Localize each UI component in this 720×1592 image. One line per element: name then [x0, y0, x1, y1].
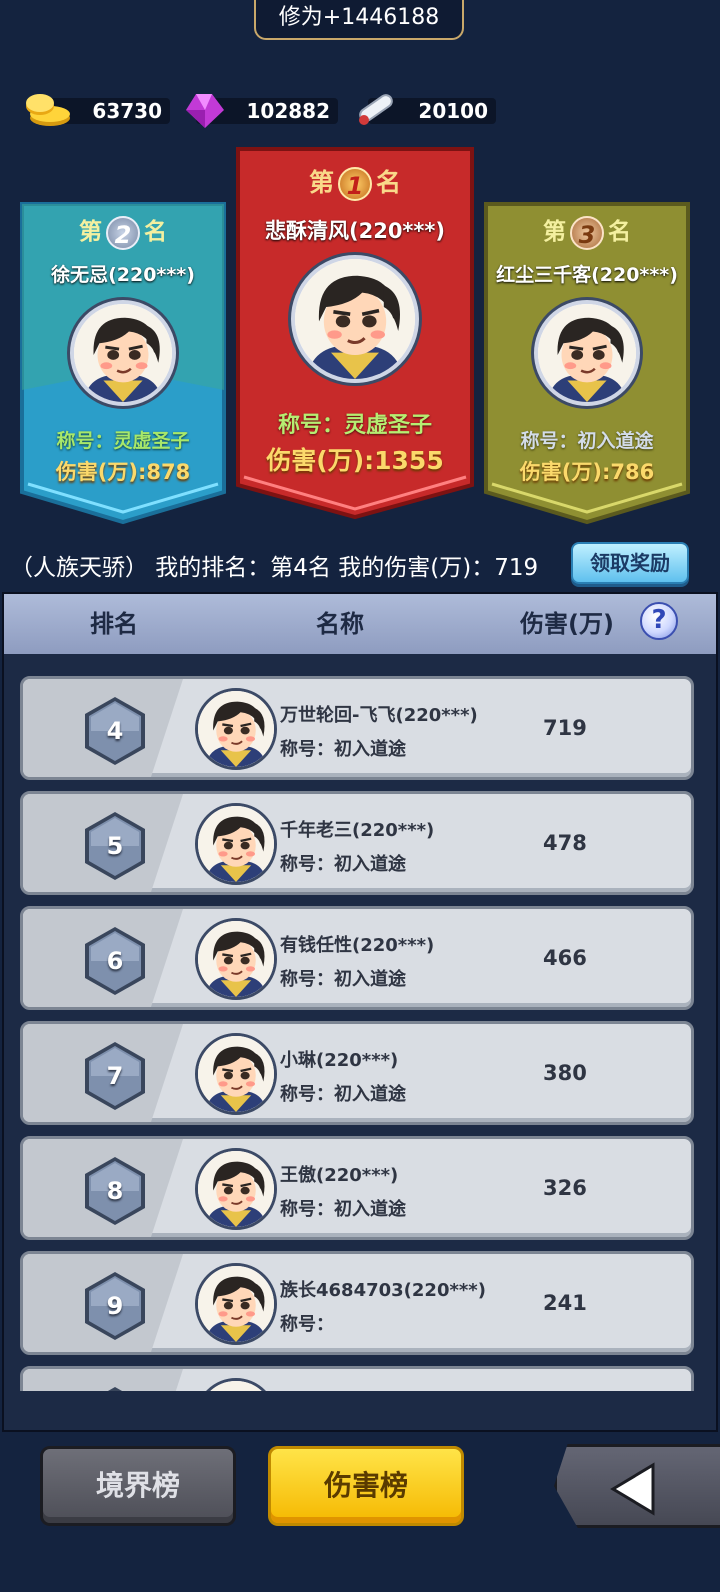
player-title: 称号： [280, 1314, 334, 1335]
avatar [195, 918, 277, 1000]
silver-medal-icon: 2 [106, 215, 140, 250]
player-name: 千年老三(220***) [280, 820, 435, 841]
player-damage: 380 [543, 1061, 587, 1085]
player-title: 称号：初入道途 [280, 1084, 406, 1105]
player-damage: 326 [543, 1176, 587, 1200]
player-name: 红尘三千客(220***) [496, 264, 678, 286]
player-title: 称号：初入道途 [280, 854, 406, 875]
player-name: 族长4684703(220***) [280, 1280, 486, 1301]
rank-hexagon-icon [81, 1385, 149, 1391]
player-name: 万世轮回-飞飞(220***) [280, 705, 478, 726]
tab-damage-ranking[interactable]: 伤害榜 [268, 1446, 464, 1526]
table-row[interactable]: 5 千年老三(220***) 称号：初入道途 478 [20, 791, 694, 895]
podium-second[interactable]: 第2名 徐无忌(220***) 称号：灵虚圣子 伤害(万):878 [18, 200, 228, 526]
gold-coin-icon [26, 94, 70, 126]
table-header: 排名 名称 伤害(万) [4, 594, 716, 654]
avatar [534, 300, 640, 406]
rank-label: 第3名 [482, 212, 692, 250]
podium-third[interactable]: 第3名 红尘三千客(220***) 称号：初入道途 伤害(万):786 [482, 200, 692, 526]
player-damage: 241 [543, 1291, 587, 1315]
player-title: 称号：初入道途 [520, 430, 654, 452]
player-damage: 伤害(万):1355 [266, 446, 444, 475]
gold-medal-icon: 1 [338, 167, 372, 201]
avatar [291, 255, 419, 383]
tab-realm-ranking[interactable]: 境界榜 [40, 1446, 236, 1526]
avatar [70, 300, 176, 406]
avatar [195, 1378, 277, 1391]
rank-label: 第1名 [308, 167, 402, 201]
my-rank-summary: （人族天骄） 我的排名：第4名 我的伤害(万)：719 [10, 555, 539, 581]
cultivation-gain-banner: 修为+1446188 [254, 0, 464, 40]
back-button[interactable] [554, 1444, 720, 1528]
table-row[interactable]: 9 族长4684703(220***) 称号： 241 [20, 1251, 694, 1355]
player-damage: 478 [543, 831, 587, 855]
table-row-partial[interactable] [20, 1366, 694, 1391]
player-damage: 466 [543, 946, 587, 970]
column-rank: 排名 [90, 610, 138, 638]
player-title: 称号：初入道途 [280, 969, 406, 990]
player-name: 悲酥清风(220***) [265, 219, 445, 243]
rank-label: 第2名 [18, 212, 228, 250]
player-title: 称号：初入道途 [280, 739, 406, 760]
column-damage: 伤害(万) [520, 610, 614, 638]
claim-reward-button[interactable]: 领取奖励 [571, 542, 689, 584]
gem-counter: 102882 [186, 94, 338, 128]
avatar [195, 1148, 277, 1230]
gem-value: 102882 [246, 99, 331, 123]
scroll-icon [359, 94, 393, 125]
ranking-list[interactable]: 4 万世轮回-飞飞(220***) 称号：初入道途 719 5 千年老三(220… [4, 656, 716, 1391]
avatar [195, 688, 277, 770]
back-arrow-icon [610, 1462, 655, 1516]
purple-gem-icon [186, 94, 224, 128]
player-name: 小琳(220***) [280, 1050, 399, 1071]
podium-first[interactable]: 第1名 悲酥清风(220***) 称号：灵虚圣子 伤害(万):1355 [234, 145, 476, 521]
help-icon[interactable]: ? [640, 602, 678, 640]
avatar [195, 1033, 277, 1115]
table-row[interactable]: 4 万世轮回-飞飞(220***) 称号：初入道途 719 [20, 676, 694, 780]
player-name: 王傲(220***) [280, 1165, 399, 1186]
player-damage: 伤害(万):878 [55, 460, 191, 484]
avatar [195, 803, 277, 885]
player-name: 有钱任性(220***) [280, 935, 435, 956]
avatar [195, 1263, 277, 1345]
player-damage: 伤害(万):786 [519, 460, 655, 484]
player-damage: 719 [543, 716, 587, 740]
gold-counter: 63730 [26, 94, 170, 126]
table-row[interactable]: 7 小琳(220***) 称号：初入道途 380 [20, 1021, 694, 1125]
table-row[interactable]: 8 王傲(220***) 称号：初入道途 326 [20, 1136, 694, 1240]
player-title: 称号：灵虚圣子 [277, 413, 432, 438]
scroll-value: 20100 [418, 99, 488, 123]
bronze-medal-icon: 3 [570, 215, 604, 250]
column-name: 名称 [316, 610, 364, 638]
table-row[interactable]: 6 有钱任性(220***) 称号：初入道途 466 [20, 906, 694, 1010]
player-title: 称号：灵虚圣子 [56, 430, 190, 452]
player-title: 称号：初入道途 [280, 1199, 406, 1220]
scroll-counter: 20100 [359, 94, 496, 125]
player-name: 徐无忌(220***) [51, 264, 195, 286]
gold-value: 63730 [92, 99, 162, 123]
